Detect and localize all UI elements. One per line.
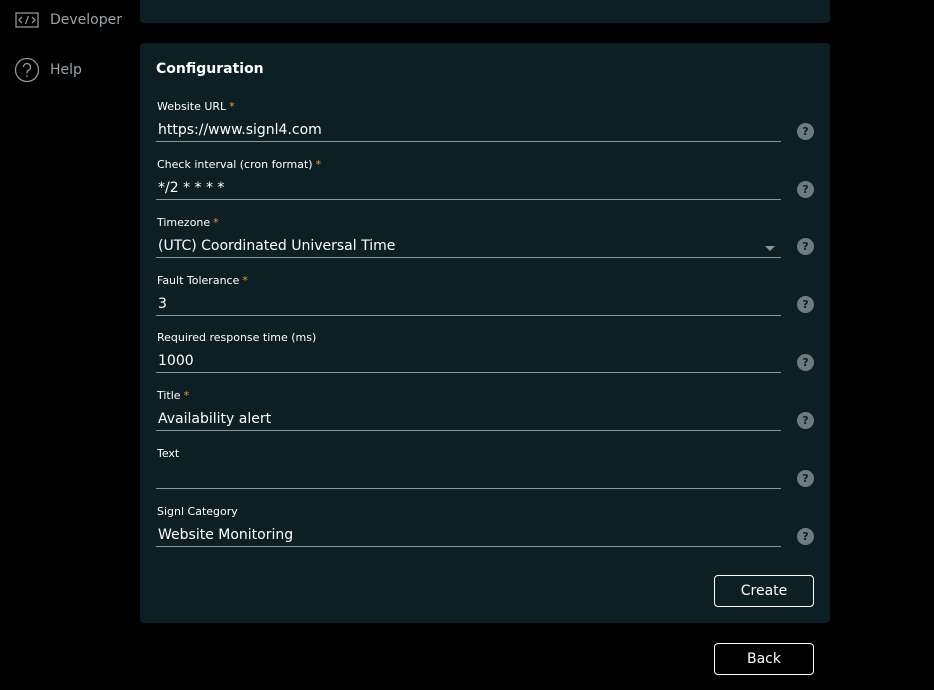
timezone-select[interactable]: (UTC) Coordinated Universal Time (156, 234, 781, 258)
website-url-field: Website URL * (156, 100, 781, 152)
text-input[interactable] (156, 465, 781, 489)
help-icon[interactable]: ? (797, 354, 814, 371)
back-button[interactable]: Back (714, 643, 814, 675)
previous-section-panel (140, 0, 830, 23)
chevron-down-icon[interactable] (765, 246, 775, 251)
title-input[interactable] (156, 407, 781, 431)
field-label: Timezone * (157, 216, 219, 229)
fault-tolerance-field: Fault Tolerance * (156, 274, 781, 326)
signl-category-input[interactable] (156, 523, 781, 547)
response-time-input[interactable] (156, 349, 781, 373)
timezone-field: Timezone * (UTC) Coordinated Universal Ti… (156, 216, 781, 268)
help-icon[interactable]: ? (797, 181, 814, 198)
section-title: Configuration (156, 61, 264, 77)
help-icon[interactable]: ? (797, 296, 814, 313)
help-icon[interactable]: ? (797, 123, 814, 140)
required-marker: * (242, 274, 248, 287)
fault-tolerance-input[interactable] (156, 292, 781, 316)
required-marker: * (213, 216, 219, 229)
field-label: Check interval (cron format) * (157, 158, 322, 171)
title-field: Title * (156, 389, 781, 441)
help-icon[interactable]: ? (797, 412, 814, 429)
text-field: Text (156, 447, 781, 499)
field-label: Fault Tolerance * (157, 274, 248, 287)
help-icon[interactable]: ? (797, 238, 814, 255)
field-label: Signl Category (157, 505, 238, 518)
required-marker: * (315, 158, 322, 171)
required-marker: * (229, 100, 235, 113)
field-label: Text (157, 447, 180, 460)
check-interval-input[interactable] (156, 176, 781, 200)
create-button[interactable]: Create (714, 575, 814, 607)
configuration-panel: Configuration Website URL* ? Check inter… (140, 43, 830, 623)
field-label: Required response time (ms) (157, 331, 317, 344)
website-url-input[interactable] (156, 118, 781, 142)
response-time-field: Required response time (ms) (156, 331, 781, 383)
sidebar-item-help[interactable]: Help (14, 57, 82, 83)
code-icon (14, 7, 40, 33)
help-icon[interactable]: ? (797, 528, 814, 545)
required-marker: * (183, 389, 190, 402)
field-label: Website URL * (157, 100, 235, 113)
sidebar-item-developer[interactable]: Developer (14, 7, 122, 33)
signl-category-field: Signl Category (156, 505, 781, 557)
sidebar-item-label: Help (50, 62, 82, 78)
sidebar-item-label: Developer (50, 12, 123, 28)
help-icon[interactable]: ? (797, 470, 814, 487)
question-circle-icon (14, 57, 40, 83)
check-interval-field: Check interval (cron format) * (156, 158, 781, 210)
field-label: Title * (157, 389, 190, 402)
